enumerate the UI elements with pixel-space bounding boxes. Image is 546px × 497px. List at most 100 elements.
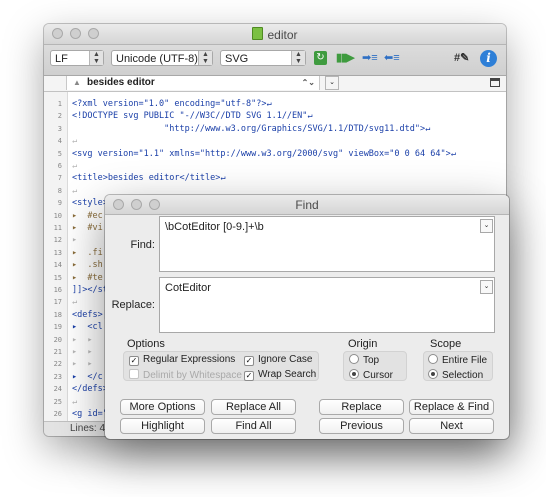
- line-number: 14: [53, 261, 62, 270]
- encoding-value: Unicode (UTF-8): [116, 53, 198, 65]
- radio-selected-icon[interactable]: [428, 369, 438, 379]
- next-button[interactable]: Next: [409, 418, 494, 434]
- radio-unselected-icon[interactable]: [349, 354, 359, 364]
- line-number: 17: [53, 298, 62, 307]
- chevron-down-icon[interactable]: ⌄: [325, 76, 339, 90]
- shift-left-icon[interactable]: ⬅≡: [384, 51, 400, 65]
- checkbox-unchecked-icon[interactable]: [129, 369, 139, 379]
- invisible-characters-icon[interactable]: ▮▮▶: [336, 51, 355, 65]
- outline-caret-icon: ▲: [73, 78, 81, 87]
- code-text: ↵: [72, 297, 78, 308]
- code-text: <svg version="1.1" xmlns="http://www.w3.…: [72, 148, 456, 159]
- line-number: 2: [57, 112, 62, 121]
- line-number: 9: [57, 199, 62, 208]
- code-text: ↵: [72, 161, 78, 171]
- code-text: ▸ .sh: [72, 260, 103, 271]
- line-number: 12: [53, 236, 62, 245]
- code-text: ▸ ▸: [72, 359, 93, 370]
- line-number: 11: [53, 224, 62, 232]
- syntax-value: SVG: [225, 53, 249, 65]
- code-text: ▸ <cl: [72, 322, 103, 333]
- delimit-by-whitespace-label: Delimit by Whitespace: [143, 370, 242, 381]
- line-number: 16: [53, 286, 62, 294]
- checkbox-checked-icon[interactable]: ✓: [244, 356, 254, 366]
- delimit-by-whitespace-option[interactable]: Delimit by Whitespace: [129, 369, 242, 381]
- editor-titlebar[interactable]: editor: [44, 24, 506, 45]
- highlight-button[interactable]: Highlight: [120, 418, 205, 434]
- checkbox-checked-icon[interactable]: ✓: [129, 356, 139, 366]
- syntax-popup[interactable]: SVG ▲ ▼: [220, 50, 306, 66]
- radio-unselected-icon[interactable]: [428, 354, 438, 364]
- line-number: 15: [53, 273, 62, 282]
- replace-all-button[interactable]: Replace All: [211, 399, 296, 415]
- code-text: ▸: [72, 235, 78, 246]
- find-history-chevron-icon[interactable]: ⌄: [480, 219, 493, 233]
- shift-right-icon[interactable]: ➡≡: [362, 51, 378, 65]
- navigation-bar: ▲ besides editor ⌃⌄ ⌄: [44, 76, 506, 92]
- previous-button[interactable]: Previous: [319, 418, 404, 434]
- code-text: <g id=": [72, 409, 108, 419]
- code-text: </defs>: [72, 384, 108, 395]
- scope-entire-file-option[interactable]: Entire File: [428, 354, 487, 366]
- replace-button[interactable]: Replace: [319, 399, 404, 415]
- code-text: ▸ ▸: [72, 347, 93, 357]
- find-panel: Find Find: \bCotEditor [0-9.]+\b ⌄ Repla…: [105, 195, 509, 439]
- find-field[interactable]: \bCotEditor [0-9.]+\b: [159, 216, 495, 272]
- checkbox-checked-icon[interactable]: ✓: [244, 371, 254, 381]
- find-titlebar[interactable]: Find: [105, 195, 509, 215]
- line-number: 22: [53, 360, 62, 369]
- find-label: Find:: [130, 239, 155, 251]
- code-text: ▸ #te: [72, 272, 103, 283]
- encoding-popup[interactable]: Unicode (UTF-8) ▲ ▼: [111, 50, 213, 66]
- split-view-icon[interactable]: [490, 78, 500, 87]
- code-line[interactable]: 1 <?xml version="1.0" encoding="utf-8"?>↵: [44, 98, 506, 110]
- line-number: 13: [53, 248, 62, 257]
- find-field-value: \bCotEditor [0-9.]+\b: [165, 221, 264, 233]
- origin-cursor-option[interactable]: Cursor: [349, 369, 393, 381]
- line-number: 20: [53, 335, 62, 344]
- more-options-button[interactable]: More Options: [120, 399, 205, 415]
- popup-arrows-icon: ▲ ▼: [291, 51, 305, 65]
- replace-history-chevron-icon[interactable]: ⌄: [480, 280, 493, 294]
- regular-expressions-option[interactable]: ✓ Regular Expressions: [129, 354, 235, 366]
- radio-selected-icon[interactable]: [349, 369, 359, 379]
- comment-toggle-icon[interactable]: #✎: [454, 51, 469, 65]
- code-text: <?xml version="1.0" encoding="utf-8"?>↵: [72, 99, 272, 109]
- scope-selection-option[interactable]: Selection: [428, 369, 483, 381]
- code-text: ]]></st: [72, 285, 108, 295]
- origin-top-option[interactable]: Top: [349, 354, 379, 366]
- code-line[interactable]: 5 <svg version="1.1" xmlns="http://www.w3…: [44, 148, 506, 160]
- origin-cursor-label: Cursor: [363, 370, 394, 381]
- line-number: 6: [57, 162, 62, 170]
- code-line[interactable]: 6 ↵: [44, 160, 506, 172]
- outline-menu[interactable]: ▲ besides editor ⌃⌄: [66, 76, 320, 90]
- line-number: 4: [57, 137, 62, 146]
- window-title-text: editor: [267, 28, 298, 42]
- code-line[interactable]: 4 ↵: [44, 135, 506, 147]
- ignore-case-label: Ignore Case: [258, 354, 313, 365]
- code-text: ▸ .fi: [72, 247, 103, 258]
- line-ending-value: LF: [55, 53, 68, 65]
- code-text: <title>besides editor</title>↵: [72, 173, 226, 184]
- popup-arrows-icon: ▲ ▼: [89, 51, 103, 65]
- code-text: <!DOCTYPE svg PUBLIC "-//W3C//DTD SVG 1.…: [72, 111, 313, 122]
- line-ending-popup[interactable]: LF ▲ ▼: [50, 50, 104, 66]
- find-all-button[interactable]: Find All: [211, 418, 296, 434]
- popup-arrows-icon: ⌃⌄: [301, 78, 315, 87]
- document-icon: [252, 27, 264, 40]
- replace-and-find-button[interactable]: Replace & Find: [409, 399, 494, 415]
- replace-field[interactable]: CotEditor: [159, 277, 495, 333]
- line-number: 18: [53, 310, 62, 319]
- origin-title: Origin: [348, 338, 378, 350]
- line-number: 1: [57, 100, 62, 108]
- line-number: 10: [53, 211, 62, 220]
- code-line[interactable]: 2 <!DOCTYPE svg PUBLIC "-//W3C//DTD SVG 1…: [44, 110, 506, 122]
- scope-selection-label: Selection: [442, 370, 484, 381]
- code-line[interactable]: 3 "http://www.w3.org/Graphics/SVG/1.1/DT…: [44, 123, 506, 135]
- help-icon[interactable]: i: [480, 50, 497, 67]
- wrap-search-option[interactable]: ✓ Wrap Search: [244, 369, 316, 381]
- ignore-case-option[interactable]: ✓ Ignore Case: [244, 354, 312, 366]
- code-text: ↵: [72, 396, 78, 407]
- code-line[interactable]: 7 <title>besides editor</title>↵: [44, 172, 506, 184]
- reload-syntax-icon[interactable]: ↻: [314, 51, 327, 65]
